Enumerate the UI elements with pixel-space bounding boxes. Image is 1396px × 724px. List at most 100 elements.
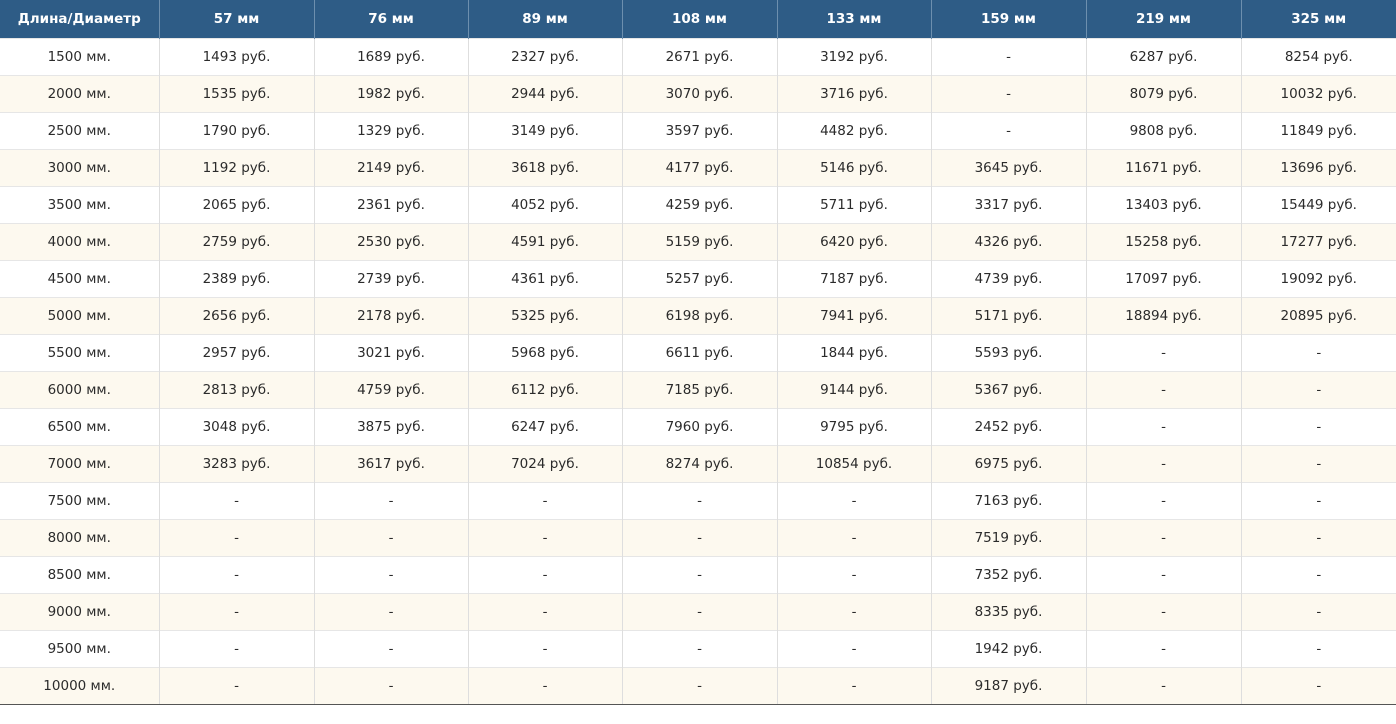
- table-body: 1500 мм. 1493 руб. 1689 руб. 2327 руб. 2671 …: [0, 37, 1396, 705]
- row-length-cell: 9000 мм.: [0, 592, 159, 630]
- price-cell: 3021 руб.: [313, 333, 468, 371]
- price-cell: 9795 руб.: [776, 407, 931, 445]
- price-cell: 2361 руб.: [313, 185, 468, 223]
- price-cell: -: [313, 592, 468, 630]
- table-row: 8500 мм. - - - - -7352 руб. - -: [0, 555, 1396, 593]
- table-header: Длина/Диаметр 57 мм 76 мм 89 мм 108 мм 1…: [0, 0, 1396, 38]
- price-cell: -: [1085, 629, 1241, 667]
- price-cell: -: [930, 37, 1086, 75]
- price-cell: 1493 руб.: [158, 37, 314, 75]
- price-cell: -: [158, 629, 314, 667]
- price-cell: 5159 руб.: [621, 222, 777, 260]
- table-row: 9500 мм. - - - - -1942 руб. - -: [0, 629, 1396, 667]
- row-length-cell: 9500 мм.: [0, 629, 159, 667]
- price-cell: 13403 руб.: [1085, 185, 1241, 223]
- row-length-cell: 3000 мм.: [0, 148, 159, 186]
- price-cell: -: [621, 629, 777, 667]
- price-cell: 4259 руб.: [621, 185, 777, 223]
- price-cell: 1982 руб.: [313, 74, 468, 112]
- row-length-cell: 6500 мм.: [0, 407, 159, 445]
- price-cell: 2957 руб.: [158, 333, 314, 371]
- price-cell: 7024 руб.: [467, 444, 622, 482]
- price-cell: -: [1240, 444, 1396, 482]
- price-cell: 7185 руб.: [621, 370, 777, 408]
- row-length-cell: 7000 мм.: [0, 444, 159, 482]
- price-cell: 7352 руб.: [930, 555, 1086, 593]
- row-length-cell: 4000 мм.: [0, 222, 159, 260]
- price-cell: 8335 руб.: [930, 592, 1086, 630]
- row-length-cell: 5000 мм.: [0, 296, 159, 334]
- table-row: 6500 мм. 3048 руб. 3875 руб. 6247 руб. 7960 …: [0, 407, 1396, 445]
- price-cell: -: [930, 74, 1086, 112]
- price-cell: 7519 руб.: [930, 518, 1086, 556]
- price-cell: -: [776, 629, 931, 667]
- header-133mm: 133 мм: [776, 0, 931, 38]
- price-cell: 1790 руб.: [158, 111, 314, 149]
- price-cell: 9144 руб.: [776, 370, 931, 408]
- price-cell: -: [776, 518, 931, 556]
- price-cell: 1942 руб.: [930, 629, 1086, 667]
- price-cell: 2944 руб.: [467, 74, 622, 112]
- price-cell: 8079 руб.: [1085, 74, 1241, 112]
- price-cell: -: [1240, 592, 1396, 630]
- price-cell: 11671 руб.: [1085, 148, 1241, 186]
- row-length-cell: 2000 мм.: [0, 74, 159, 112]
- price-table: Длина/Диаметр 57 мм 76 мм 89 мм 108 мм 1…: [0, 0, 1396, 705]
- price-cell: 6247 руб.: [467, 407, 622, 445]
- price-cell: 6198 руб.: [621, 296, 777, 334]
- row-length-cell: 6000 мм.: [0, 370, 159, 408]
- price-cell: -: [1085, 555, 1241, 593]
- price-cell: 3716 руб.: [776, 74, 931, 112]
- price-cell: 4326 руб.: [930, 222, 1086, 260]
- table-row: 7500 мм. - - - - -7163 руб. - -: [0, 481, 1396, 519]
- table-row: 4000 мм. 2759 руб. 2530 руб. 4591 руб. 5159 …: [0, 222, 1396, 260]
- price-cell: -: [158, 555, 314, 593]
- header-159mm: 159 мм: [930, 0, 1086, 38]
- price-cell: -: [621, 518, 777, 556]
- price-cell: 7960 руб.: [621, 407, 777, 445]
- price-cell: -: [776, 666, 931, 705]
- price-cell: 1535 руб.: [158, 74, 314, 112]
- price-cell: 5968 руб.: [467, 333, 622, 371]
- row-length-cell: 8500 мм.: [0, 555, 159, 593]
- price-cell: 5257 руб.: [621, 259, 777, 297]
- row-length-cell: 4500 мм.: [0, 259, 159, 297]
- price-cell: -: [1085, 592, 1241, 630]
- price-cell: 5367 руб.: [930, 370, 1086, 408]
- price-cell: 6420 руб.: [776, 222, 931, 260]
- row-length-cell: 2500 мм.: [0, 111, 159, 149]
- price-cell: 5146 руб.: [776, 148, 931, 186]
- price-cell: -: [313, 481, 468, 519]
- price-cell: 6287 руб.: [1085, 37, 1241, 75]
- price-cell: 9187 руб.: [930, 666, 1086, 705]
- price-cell: 6975 руб.: [930, 444, 1086, 482]
- price-cell: 6112 руб.: [467, 370, 622, 408]
- row-length-cell: 8000 мм.: [0, 518, 159, 556]
- price-cell: 4177 руб.: [621, 148, 777, 186]
- price-cell: 5171 руб.: [930, 296, 1086, 334]
- table-row: 10000 мм. - - - - -9187 руб. - -: [0, 666, 1396, 705]
- price-cell: 3618 руб.: [467, 148, 622, 186]
- price-cell: -: [776, 481, 931, 519]
- price-cell: 2759 руб.: [158, 222, 314, 260]
- price-cell: 4739 руб.: [930, 259, 1086, 297]
- price-cell: 4759 руб.: [313, 370, 468, 408]
- price-cell: 17277 руб.: [1240, 222, 1396, 260]
- header-length-diameter: Длина/Диаметр: [0, 0, 159, 38]
- price-cell: 3317 руб.: [930, 185, 1086, 223]
- price-cell: 11849 руб.: [1240, 111, 1396, 149]
- price-cell: -: [467, 629, 622, 667]
- price-cell: 15258 руб.: [1085, 222, 1241, 260]
- price-cell: -: [1085, 518, 1241, 556]
- price-cell: -: [621, 481, 777, 519]
- price-cell: 9808 руб.: [1085, 111, 1241, 149]
- price-cell: 3149 руб.: [467, 111, 622, 149]
- price-cell: -: [1240, 629, 1396, 667]
- row-length-cell: 5500 мм.: [0, 333, 159, 371]
- price-cell: -: [1085, 444, 1241, 482]
- price-cell: 2739 руб.: [313, 259, 468, 297]
- table-row: 7000 мм. 3283 руб. 3617 руб. 7024 руб. 8274 …: [0, 444, 1396, 482]
- header-89mm: 89 мм: [467, 0, 622, 38]
- price-cell: 2452 руб.: [930, 407, 1086, 445]
- price-cell: -: [313, 629, 468, 667]
